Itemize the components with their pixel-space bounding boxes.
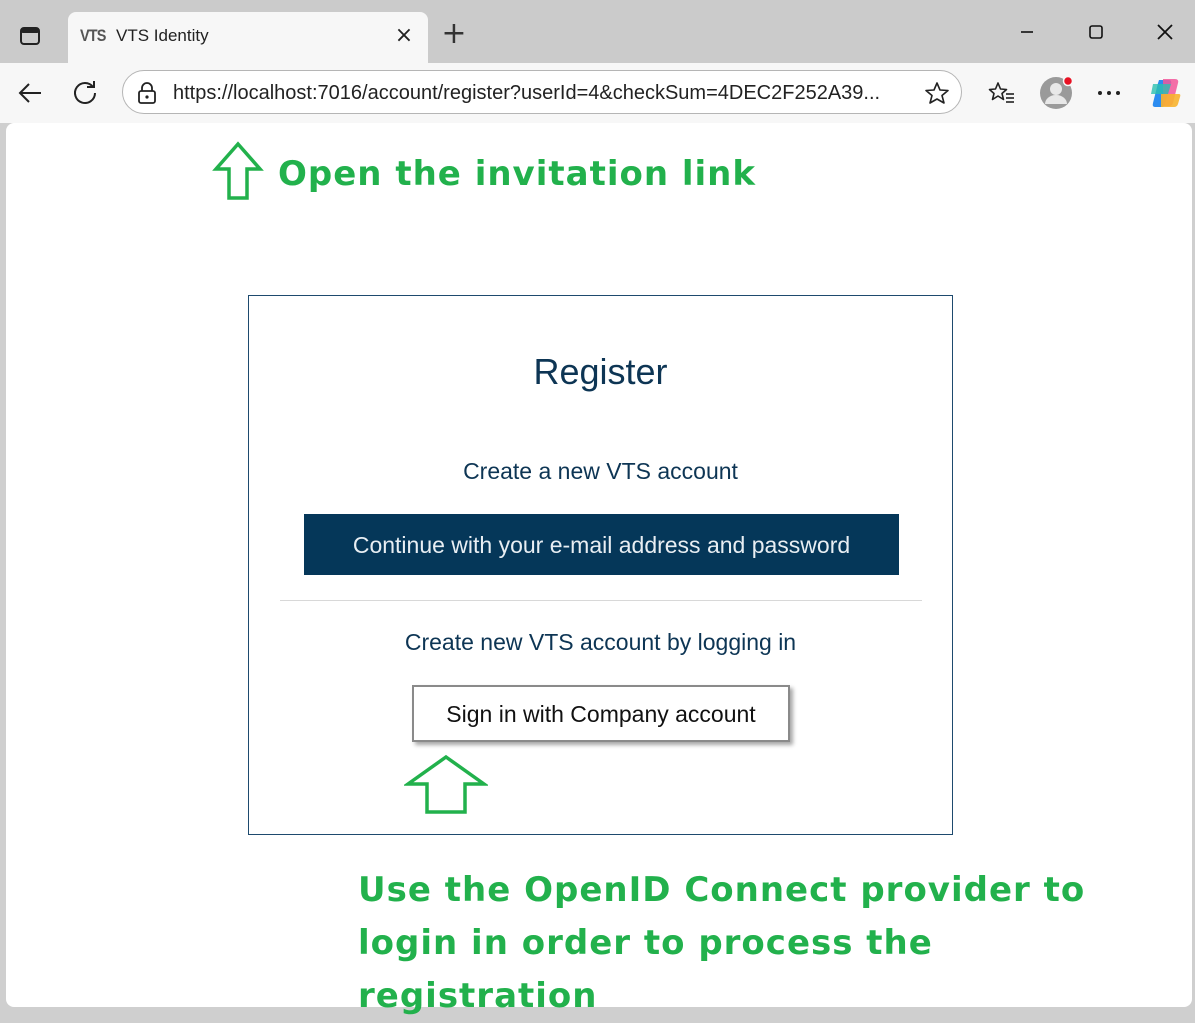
lock-icon[interactable]: [137, 82, 157, 108]
up-arrow-icon: [404, 754, 488, 814]
register-card: Register Create a new VTS account Contin…: [248, 295, 953, 835]
refresh-icon[interactable]: [67, 75, 103, 111]
divider: [280, 600, 922, 601]
create-account-label: Create a new VTS account: [463, 458, 738, 484]
favorites-list-icon[interactable]: [984, 75, 1020, 111]
maximize-icon[interactable]: [1076, 16, 1116, 48]
up-arrow-icon: [212, 141, 264, 200]
page-title: Register: [533, 351, 668, 392]
minimize-icon[interactable]: [1007, 16, 1047, 48]
login-account-label: Create new VTS account by logging in: [404, 629, 797, 655]
annotation-openid: Use the OpenID Connect provider to login…: [358, 870, 1086, 1016]
browser-tab[interactable]: VTS VTS Identity ×: [68, 12, 428, 64]
window-close-icon[interactable]: [1145, 16, 1185, 48]
plus-icon[interactable]: +: [438, 18, 470, 50]
profile-avatar-icon[interactable]: [1038, 75, 1074, 111]
address-bar[interactable]: https://localhost:7016/account/register?…: [122, 70, 962, 114]
more-icon[interactable]: [1091, 75, 1127, 111]
annotation-open-link: Open the invitation link: [278, 154, 757, 194]
copilot-icon[interactable]: [1148, 75, 1184, 111]
vts-favicon-icon: VTS: [80, 26, 106, 45]
back-icon[interactable]: [12, 75, 48, 111]
tab-actions-icon[interactable]: [14, 20, 46, 52]
tab-title: VTS Identity: [116, 26, 209, 45]
company-signin-button[interactable]: Sign in with Company account: [412, 685, 790, 742]
close-icon[interactable]: ×: [392, 24, 416, 48]
browser-window: VTS VTS Identity × + https://localhost:7…: [0, 0, 1195, 1016]
favorite-star-icon[interactable]: [924, 81, 950, 109]
email-password-button[interactable]: Continue with your e-mail address and pa…: [304, 514, 899, 575]
url-text[interactable]: https://localhost:7016/account/register?…: [173, 82, 913, 105]
browser-toolbar: https://localhost:7016/account/register?…: [0, 63, 1195, 123]
title-bar: VTS VTS Identity × +: [0, 0, 1195, 64]
